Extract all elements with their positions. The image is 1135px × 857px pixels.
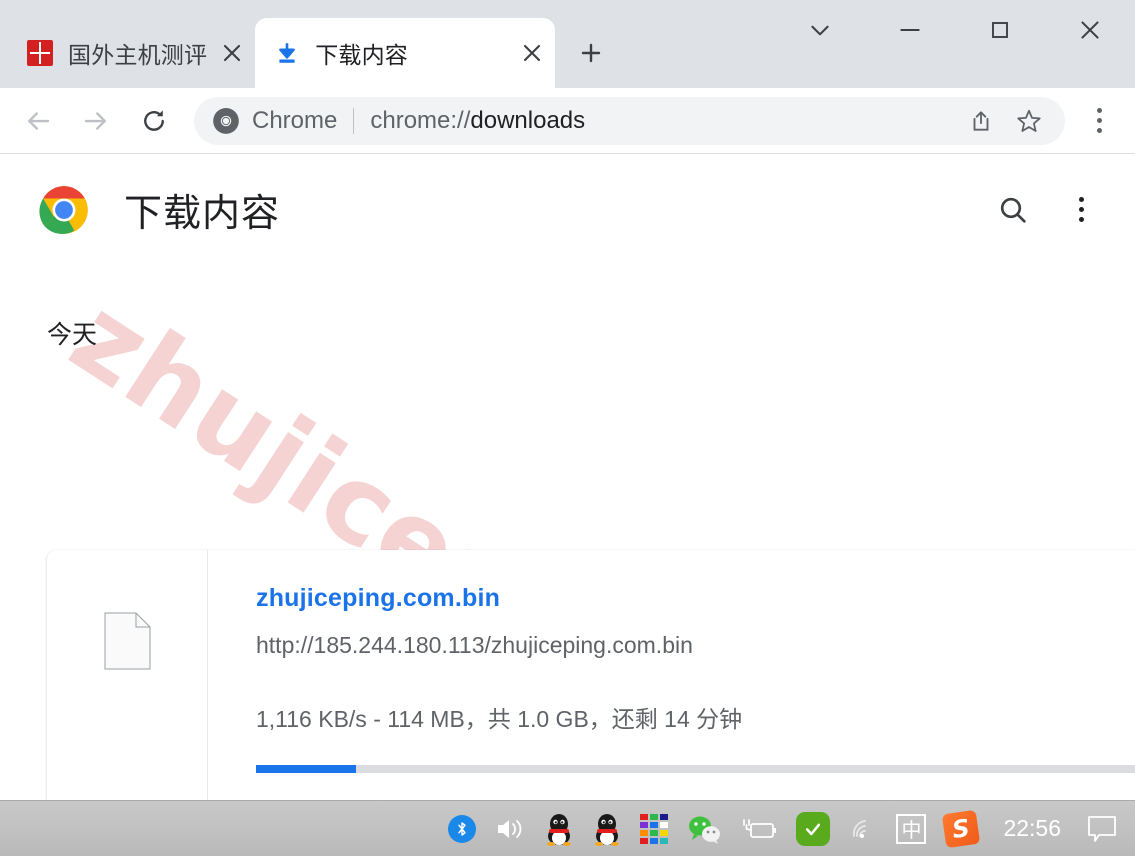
close-icon[interactable] bbox=[515, 36, 549, 70]
downloads-page: zhujiceping.com 下载内容 今天 zhujiceping.com.… bbox=[0, 154, 1135, 800]
download-progress-fill bbox=[256, 765, 356, 773]
omnibox-url[interactable]: chrome://downloads bbox=[370, 107, 953, 135]
volume-icon[interactable] bbox=[485, 801, 535, 857]
download-icon-column bbox=[47, 550, 208, 800]
download-details: zhujiceping.com.bin http://185.244.180.1… bbox=[208, 550, 1135, 800]
three-dots-icon bbox=[1078, 197, 1084, 222]
tab-下载内容[interactable]: 下载内容 bbox=[255, 18, 556, 88]
more-actions-icon[interactable] bbox=[1055, 184, 1107, 236]
battery-icon[interactable] bbox=[731, 801, 787, 857]
download-filename-link[interactable]: zhujiceping.com.bin bbox=[256, 584, 1135, 613]
reload-button[interactable] bbox=[130, 97, 178, 145]
ime-label: 中 bbox=[896, 813, 927, 844]
generic-file-icon bbox=[104, 612, 151, 670]
tabs-area: 国外主机测评 下载内容 bbox=[0, 0, 613, 88]
wechat-icon[interactable] bbox=[677, 801, 731, 857]
tab-strip: 国外主机测评 下载内容 bbox=[0, 0, 1135, 88]
clock[interactable]: 22:56 bbox=[987, 815, 1077, 842]
bluetooth-icon[interactable] bbox=[439, 801, 485, 857]
download-status-text: 1,116 KB/s - 114 MB，共 1.0 GB，还剩 14 分钟 bbox=[256, 706, 743, 732]
tab-title: 下载内容 bbox=[315, 42, 409, 68]
sogou-icon[interactable]: S bbox=[935, 801, 987, 857]
forward-button[interactable] bbox=[72, 97, 120, 145]
close-window-button[interactable] bbox=[1045, 0, 1135, 60]
red-square-favicon bbox=[26, 39, 54, 67]
day-heading: 今天 bbox=[47, 321, 98, 349]
tab-search-button[interactable] bbox=[775, 0, 865, 60]
maximize-button[interactable] bbox=[955, 0, 1045, 60]
page-title: 下载内容 bbox=[124, 193, 281, 235]
omnibox-chip-label: Chrome bbox=[252, 106, 338, 134]
share-icon[interactable] bbox=[961, 101, 1001, 141]
system-taskbar: 中 S 22:56 bbox=[0, 800, 1135, 856]
browser-toolbar: Chrome chrome://downloads bbox=[0, 88, 1135, 153]
chrome-logo-icon bbox=[38, 184, 90, 236]
url-scheme: chrome:// bbox=[370, 106, 471, 134]
downloads-header: 下载内容 bbox=[0, 154, 1135, 237]
ime-icon[interactable]: 中 bbox=[887, 801, 935, 857]
browser-window: 国外主机测评 下载内容 Chrome chrome://downloads zh… bbox=[0, 0, 1135, 856]
color-grid-icon[interactable] bbox=[631, 801, 677, 857]
chrome-icon bbox=[212, 107, 240, 135]
sogou-label: S bbox=[942, 809, 981, 848]
address-bar[interactable]: Chrome chrome://downloads bbox=[194, 96, 1065, 145]
back-button[interactable] bbox=[14, 97, 62, 145]
search-icon[interactable] bbox=[987, 184, 1039, 236]
tab-国外主机测评[interactable]: 国外主机测评 bbox=[8, 18, 255, 88]
download-progress-bar bbox=[256, 765, 1135, 773]
qq-icon[interactable] bbox=[535, 801, 583, 857]
close-icon[interactable] bbox=[215, 36, 249, 70]
browser-menu-button[interactable] bbox=[1077, 97, 1121, 145]
tab-title: 国外主机测评 bbox=[68, 42, 208, 68]
omnibox-divider bbox=[353, 107, 355, 134]
window-controls bbox=[775, 0, 1135, 60]
minimize-button[interactable] bbox=[865, 0, 955, 60]
bookmark-star-icon[interactable] bbox=[1009, 101, 1049, 141]
three-dots-icon bbox=[1096, 108, 1102, 133]
download-item-card: zhujiceping.com.bin http://185.244.180.1… bbox=[47, 550, 1135, 800]
wifi-icon[interactable] bbox=[839, 801, 887, 857]
notification-icon[interactable] bbox=[1077, 801, 1127, 857]
qq-icon-2[interactable] bbox=[583, 801, 631, 857]
download-arrow-icon bbox=[273, 39, 301, 67]
antivirus-check-icon[interactable] bbox=[787, 801, 839, 857]
url-path: downloads bbox=[470, 106, 586, 134]
download-source-url: http://185.244.180.113/zhujiceping.com.b… bbox=[256, 632, 693, 658]
new-tab-button[interactable] bbox=[569, 31, 613, 75]
